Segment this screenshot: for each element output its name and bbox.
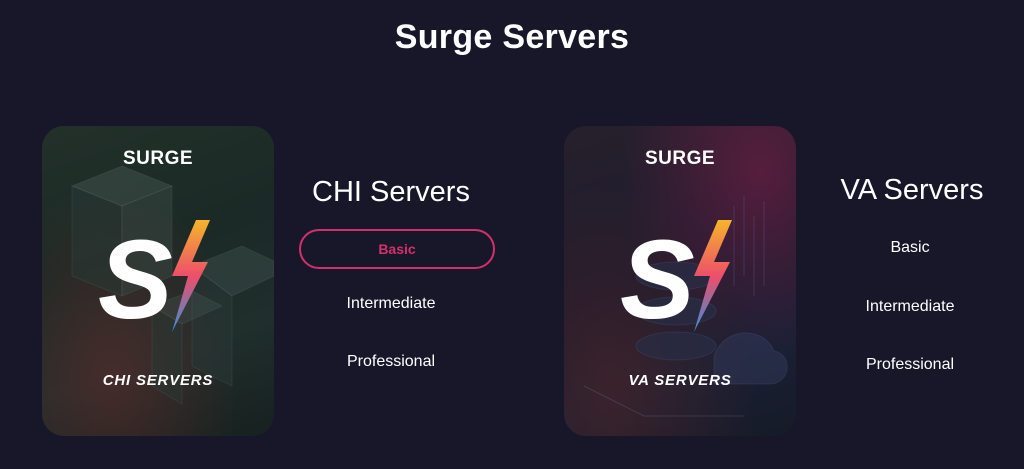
surge-lightning-logo-icon: S bbox=[98, 218, 210, 334]
card-caption: CHI SERVERS bbox=[102, 372, 214, 389]
surge-brand-label: SURGE bbox=[644, 148, 716, 169]
page-title: Surge Servers bbox=[394, 18, 630, 56]
va-servers-card[interactable]: SURGE S VA SERVERS bbox=[564, 126, 796, 436]
va-professional-option[interactable]: Professional bbox=[812, 345, 1008, 385]
chi-servers-heading: CHI Servers bbox=[312, 176, 470, 208]
chi-professional-option[interactable]: Professional bbox=[293, 342, 489, 382]
svg-text:S: S bbox=[620, 218, 695, 334]
card-caption: VA SERVERS bbox=[628, 372, 732, 389]
va-plan-group: VA Servers Basic Intermediate Profession… bbox=[812, 174, 1012, 384]
va-intermediate-option[interactable]: Intermediate bbox=[812, 287, 1008, 327]
page: Surge Servers SURGE S CHI SERVERS CHI Se… bbox=[0, 0, 1024, 469]
surge-lightning-logo-icon: S bbox=[620, 218, 732, 334]
chi-plan-group: CHI Servers Basic Intermediate Professio… bbox=[291, 176, 495, 386]
svg-text:S: S bbox=[98, 218, 173, 334]
va-basic-option[interactable]: Basic bbox=[812, 228, 1008, 268]
chi-intermediate-option[interactable]: Intermediate bbox=[293, 284, 489, 324]
chi-basic-option[interactable]: Basic bbox=[299, 229, 495, 269]
chi-servers-card[interactable]: SURGE S CHI SERVERS bbox=[42, 126, 274, 436]
va-servers-heading: VA Servers bbox=[840, 174, 984, 206]
surge-brand-label: SURGE bbox=[122, 148, 194, 169]
